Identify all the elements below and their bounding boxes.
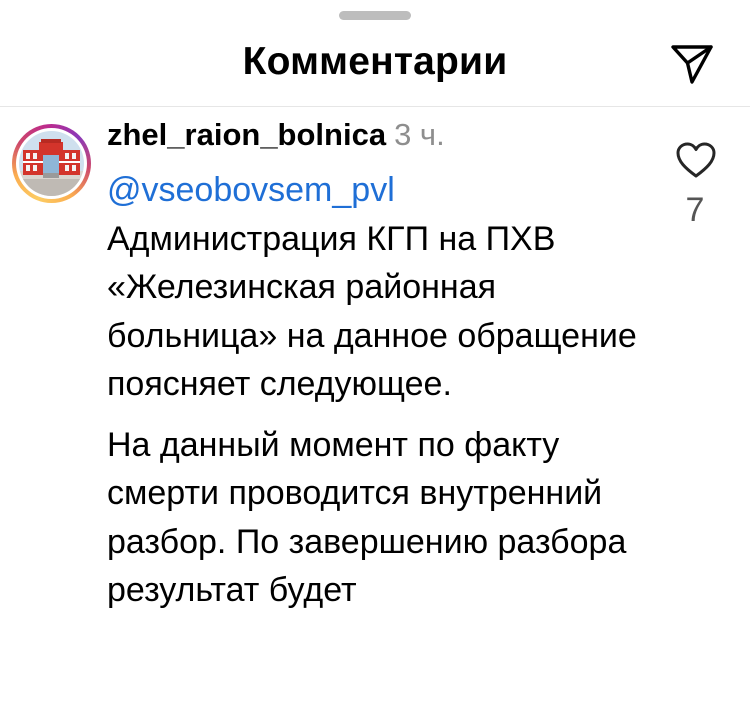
comment-paragraph-2: На данный момент по факту смерти проводи…: [107, 425, 627, 610]
comment-meta: zhel_raion_bolnica 3 ч.: [107, 117, 445, 153]
sheet-grabber[interactable]: [339, 11, 411, 20]
comments-sheet: Комментарии zhel_raion_bolnica 3 ч. @vse…: [0, 0, 750, 711]
paper-plane-icon: [671, 45, 713, 84]
comment-paragraph-1: Администрация КГП на ПХВ «Железинская ра…: [107, 219, 637, 404]
hospital-building-avatar: [19, 131, 84, 196]
like-button[interactable]: [675, 141, 717, 179]
like-count: 7: [685, 191, 705, 229]
comment-mention-link[interactable]: @vseobovsem_pvl: [107, 166, 647, 215]
heart-outline-icon: [676, 142, 716, 178]
comment-username[interactable]: zhel_raion_bolnica: [107, 117, 386, 152]
comment-timestamp: 3 ч.: [394, 117, 445, 152]
page-title: Комментарии: [242, 40, 508, 83]
share-button[interactable]: [668, 40, 716, 88]
avatar[interactable]: [12, 124, 91, 203]
comment-body: @vseobovsem_pvl Администрация КГП на ПХВ…: [107, 166, 647, 615]
comments-header: Комментарии: [0, 20, 750, 106]
comment-item: zhel_raion_bolnica 3 ч. @vseobovsem_pvl А…: [0, 107, 750, 711]
